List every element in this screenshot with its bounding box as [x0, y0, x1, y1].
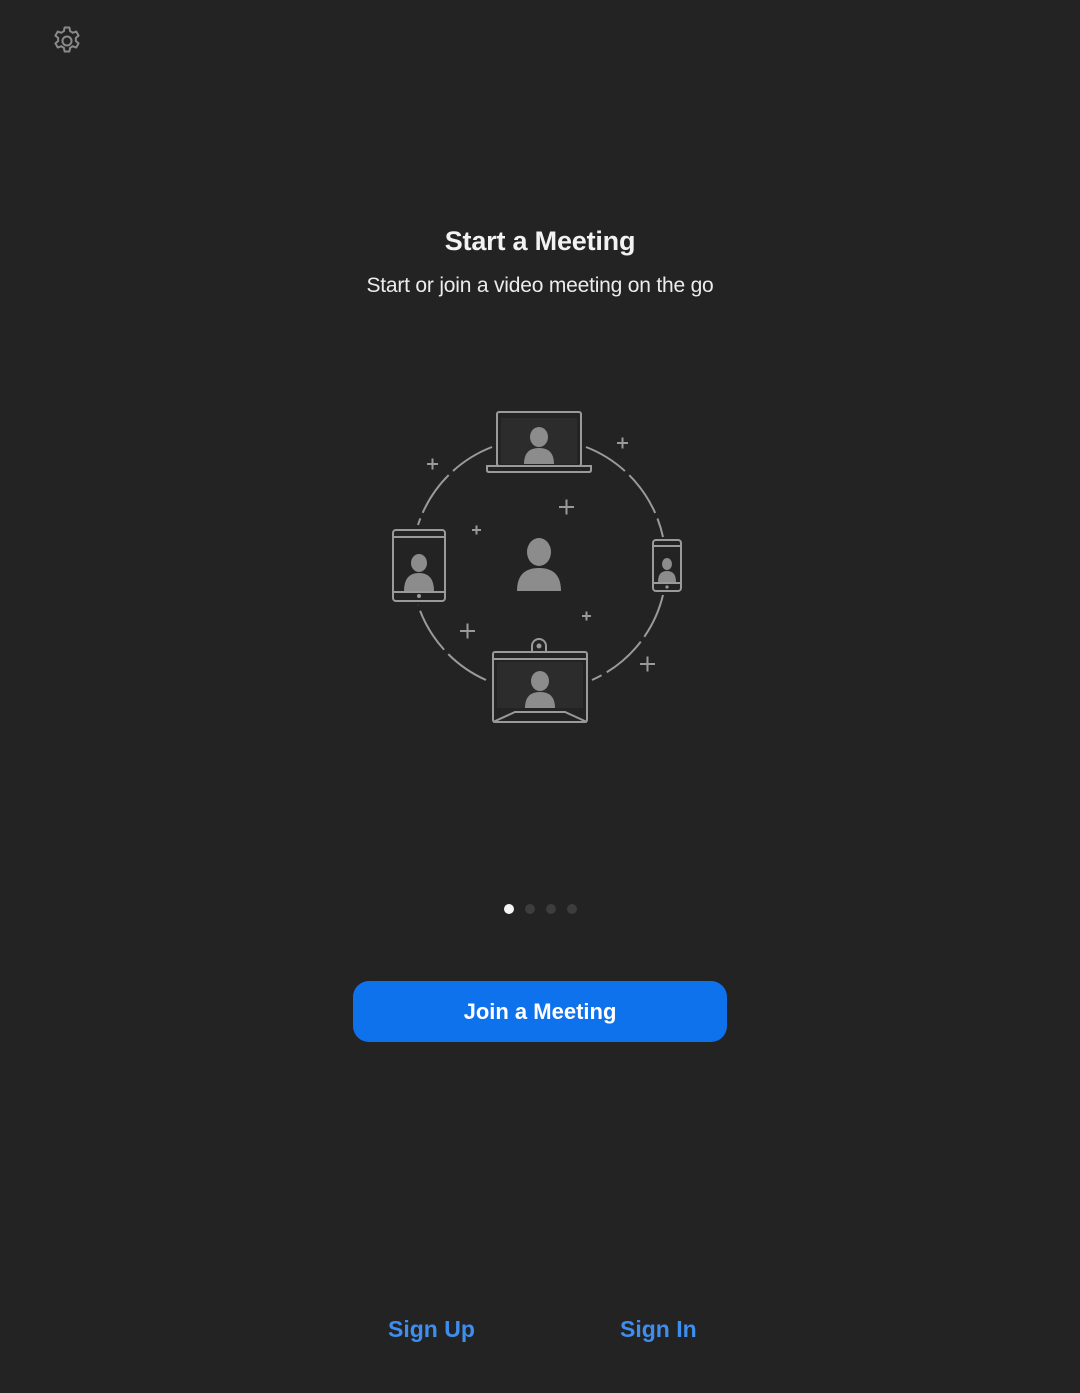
page-dot-1[interactable]: [503, 904, 514, 914]
join-meeting-button[interactable]: Join a Meeting: [353, 981, 727, 1042]
laptop-device-icon: [486, 411, 592, 473]
meeting-devices-illustration: [392, 411, 682, 723]
page-dot-4[interactable]: [566, 904, 577, 914]
page-indicator: [0, 904, 1080, 914]
sign-up-link[interactable]: Sign Up: [388, 1316, 475, 1343]
sign-in-link[interactable]: Sign In: [620, 1316, 697, 1343]
phone-device-icon: [652, 539, 682, 592]
room-system-device-icon: [492, 638, 588, 723]
onboarding-title: Start a Meeting: [444, 226, 636, 256]
welcome-screen: Start a Meeting Start or join a video me…: [0, 0, 1080, 1393]
host-person-icon: [517, 538, 561, 591]
settings-button[interactable]: [46, 20, 88, 62]
page-dot-2[interactable]: [524, 904, 535, 914]
gear-icon: [54, 26, 80, 53]
tablet-device-icon: [392, 529, 446, 602]
onboarding-subtitle: Start or join a video meeting on the go: [366, 274, 714, 297]
page-dot-3[interactable]: [545, 904, 556, 914]
